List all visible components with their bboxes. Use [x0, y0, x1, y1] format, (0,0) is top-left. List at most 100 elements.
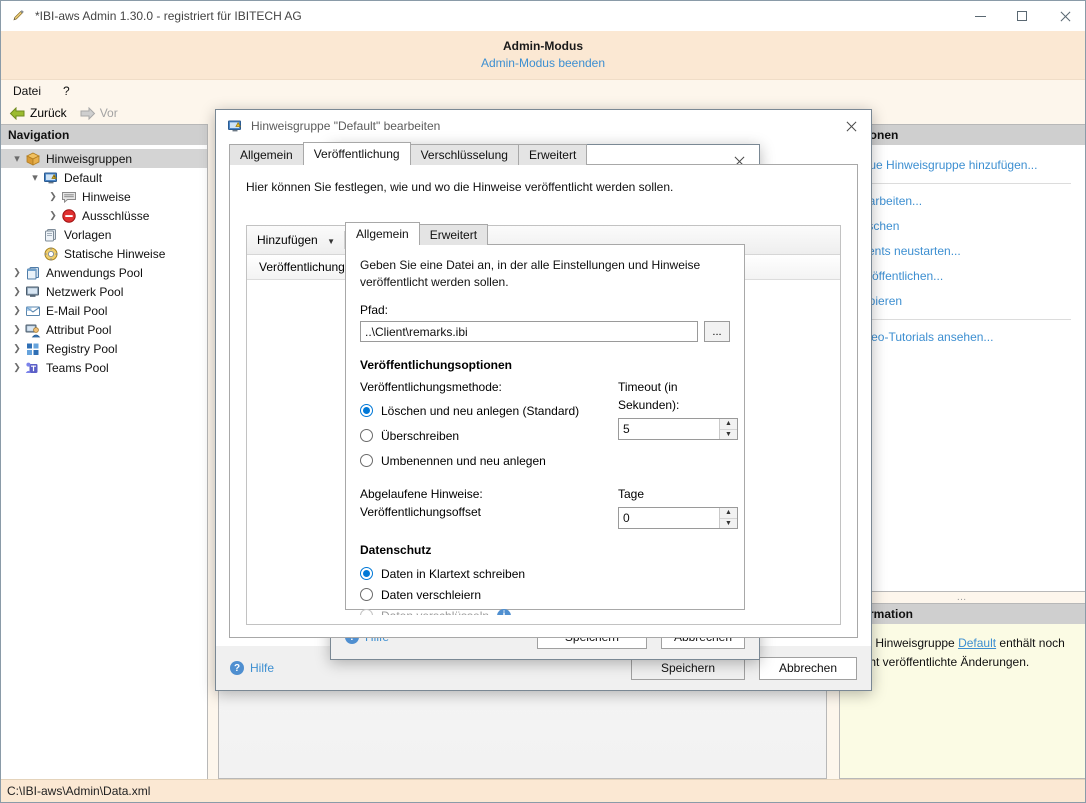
close-button[interactable] — [1043, 1, 1085, 31]
add-button-label: Hinzufügen — [257, 233, 318, 247]
stepper-up-icon[interactable]: ▲ — [720, 419, 737, 430]
sidebar-item-hinweisgruppen[interactable]: Hinweisgruppen — [1, 149, 207, 168]
stepper-down-icon[interactable]: ▼ — [720, 430, 737, 440]
days-stepper[interactable]: 0 ▲ ▼ — [618, 507, 738, 529]
chevron-down-icon[interactable] — [9, 149, 25, 168]
stepper-down-icon[interactable]: ▼ — [720, 519, 737, 529]
window-titlebar: *IBI-aws Admin 1.30.0 - registriert für … — [1, 1, 1085, 31]
panel-splitter[interactable]: … — [839, 592, 1085, 603]
apps-icon — [25, 265, 41, 281]
sidebar-item-vorlagen[interactable]: Vorlagen — [1, 225, 207, 244]
chevron-right-icon[interactable] — [9, 358, 25, 377]
action-add-hinweisgruppe[interactable]: Neue Hinweisgruppe hinzufügen... — [854, 153, 1085, 178]
action-loeschen[interactable]: Löschen — [854, 214, 1085, 239]
window-controls — [959, 1, 1085, 31]
publish-options-row: Veröffentlichungsmethode: Löschen und ne… — [346, 378, 744, 471]
sidebar-item-statische-hinweise[interactable]: Statische Hinweise — [1, 244, 207, 263]
sidebar-item-email-pool[interactable]: E-Mail Pool — [1, 301, 207, 320]
maximize-button[interactable] — [1001, 1, 1043, 31]
action-video-tutorials[interactable]: Video-Tutorials ansehen... — [854, 325, 1085, 350]
menu-help[interactable]: ? — [63, 84, 70, 98]
sidebar-item-attribut-pool[interactable]: Attribut Pool — [1, 320, 207, 339]
radio-ueberschreiben[interactable]: Überschreiben — [360, 425, 618, 446]
info-icon[interactable]: i — [497, 609, 511, 616]
sidebar-item-label: Hinweise — [82, 190, 131, 204]
stepper-up-icon[interactable]: ▲ — [720, 508, 737, 519]
sidebar-item-teams-pool[interactable]: Teams Pool — [1, 358, 207, 377]
close-icon — [845, 121, 856, 132]
sidebar-item-anwendungs-pool[interactable]: Anwendungs Pool — [1, 263, 207, 282]
actions-list: Neue Hinweisgruppe hinzufügen... Bearbei… — [840, 145, 1085, 350]
child-tab-erweitert[interactable]: Erweitert — [419, 224, 488, 245]
path-input[interactable] — [360, 321, 698, 342]
chevron-right-icon[interactable] — [45, 187, 61, 206]
radio-daten-verschleiern[interactable]: Daten verschleiern — [360, 584, 730, 605]
chevron-right-icon[interactable] — [45, 206, 61, 225]
radio-daten-verschluesseln: Daten verschlüsseln i — [360, 605, 730, 615]
sidebar-item-label: Statische Hinweise — [64, 247, 165, 261]
add-button[interactable]: Hinzufügen ▼ — [257, 233, 335, 247]
radio-indicator — [360, 404, 373, 417]
tab-verschluesselung[interactable]: Verschlüsselung — [410, 144, 519, 165]
sidebar-item-label: Netzwerk Pool — [46, 285, 123, 299]
browse-button[interactable]: ... — [704, 321, 730, 342]
chevron-down-icon[interactable] — [27, 168, 43, 187]
days-label: Tage — [618, 485, 738, 503]
chevron-right-icon[interactable] — [9, 282, 25, 301]
publish-method-label: Veröffentlichungsmethode: — [360, 378, 618, 396]
block-icon — [61, 208, 77, 224]
radio-umbenennen-neu-anlegen[interactable]: Umbenennen und neu anlegen — [360, 450, 618, 471]
timeout-label: Timeout (in Sekunden): — [618, 378, 738, 414]
publish-options-title: Veröffentlichungsoptionen — [346, 342, 744, 378]
help-link[interactable]: ? Hilfe — [230, 661, 274, 675]
sidebar-item-registry-pool[interactable]: Registry Pool — [1, 339, 207, 358]
radio-label: Daten verschlüsseln — [381, 609, 489, 616]
sidebar-item-hinweise[interactable]: Hinweise — [1, 187, 207, 206]
chevron-right-icon[interactable] — [9, 320, 25, 339]
admin-mode-banner: Admin-Modus Admin-Modus beenden — [1, 31, 1085, 80]
radio-label: Daten verschleiern — [381, 588, 481, 602]
minimize-button[interactable] — [959, 1, 1001, 31]
back-button[interactable]: Zurück — [9, 106, 67, 120]
sidebar-item-netzwerk-pool[interactable]: Netzwerk Pool — [1, 282, 207, 301]
action-veroeffentlichen[interactable]: Veröffentlichen... — [854, 264, 1085, 289]
pen-icon — [11, 8, 27, 24]
monitor-warn-icon — [227, 118, 243, 134]
timeout-stepper[interactable]: 5 ▲ ▼ — [618, 418, 738, 440]
chevron-right-icon[interactable] — [9, 263, 25, 282]
dateipfad-dialog: Dateipfad Ausgabeformat [Standard] All — [330, 144, 760, 660]
forward-button-label: Vor — [100, 106, 118, 120]
tab-allgemein[interactable]: Allgemein — [229, 144, 304, 165]
information-link-default[interactable]: Default — [958, 636, 996, 650]
forward-button[interactable]: Vor — [79, 106, 118, 120]
child-tab-allgemein[interactable]: Allgemein — [345, 222, 420, 245]
days-value[interactable]: 0 — [619, 508, 719, 528]
chevron-right-icon[interactable] — [9, 301, 25, 320]
sidebar-item-ausschluesse[interactable]: Ausschlüsse — [1, 206, 207, 225]
cancel-button[interactable]: Abbrechen — [759, 657, 857, 680]
timeout-column: Timeout (in Sekunden): 5 ▲ ▼ — [618, 378, 738, 471]
radio-indicator — [360, 567, 373, 580]
radio-indicator — [360, 588, 373, 601]
tab-veroeffentlichung[interactable]: Veröffentlichung — [303, 142, 411, 165]
admin-mode-exit-link[interactable]: Admin-Modus beenden — [481, 54, 605, 72]
menu-datei[interactable]: Datei — [13, 84, 41, 98]
radio-daten-klartext[interactable]: Daten in Klartext schreiben — [360, 563, 730, 584]
actions-panel: Aktionen Neue Hinweisgruppe hinzufügen..… — [839, 124, 1085, 592]
publish-method-column: Veröffentlichungsmethode: Löschen und ne… — [360, 378, 618, 471]
radio-loeschen-neu-anlegen[interactable]: Löschen und neu anlegen (Standard) — [360, 400, 618, 421]
dialog-title: Hinweisgruppe "Default" bearbeiten — [251, 119, 440, 133]
radio-label: Umbenennen und neu anlegen — [381, 454, 546, 468]
sidebar-item-default[interactable]: Default — [1, 168, 207, 187]
days-stepper-arrows: ▲ ▼ — [719, 508, 737, 528]
timeout-value[interactable]: 5 — [619, 419, 719, 439]
tab-erweitert[interactable]: Erweitert — [518, 144, 587, 165]
action-kopieren[interactable]: Kopieren — [854, 289, 1085, 314]
action-clients-neustarten[interactable]: Clients neustarten... — [854, 239, 1085, 264]
action-bearbeiten[interactable]: Bearbeiten... — [854, 189, 1085, 214]
window-title: *IBI-aws Admin 1.30.0 - registriert für … — [35, 9, 302, 23]
chevron-right-icon[interactable] — [9, 339, 25, 358]
information-panel: Information Die Hinweisgruppe Default en… — [839, 603, 1085, 779]
dialog-titlebar: Hinweisgruppe "Default" bearbeiten — [216, 110, 871, 142]
dialog-close-button[interactable] — [829, 110, 871, 142]
